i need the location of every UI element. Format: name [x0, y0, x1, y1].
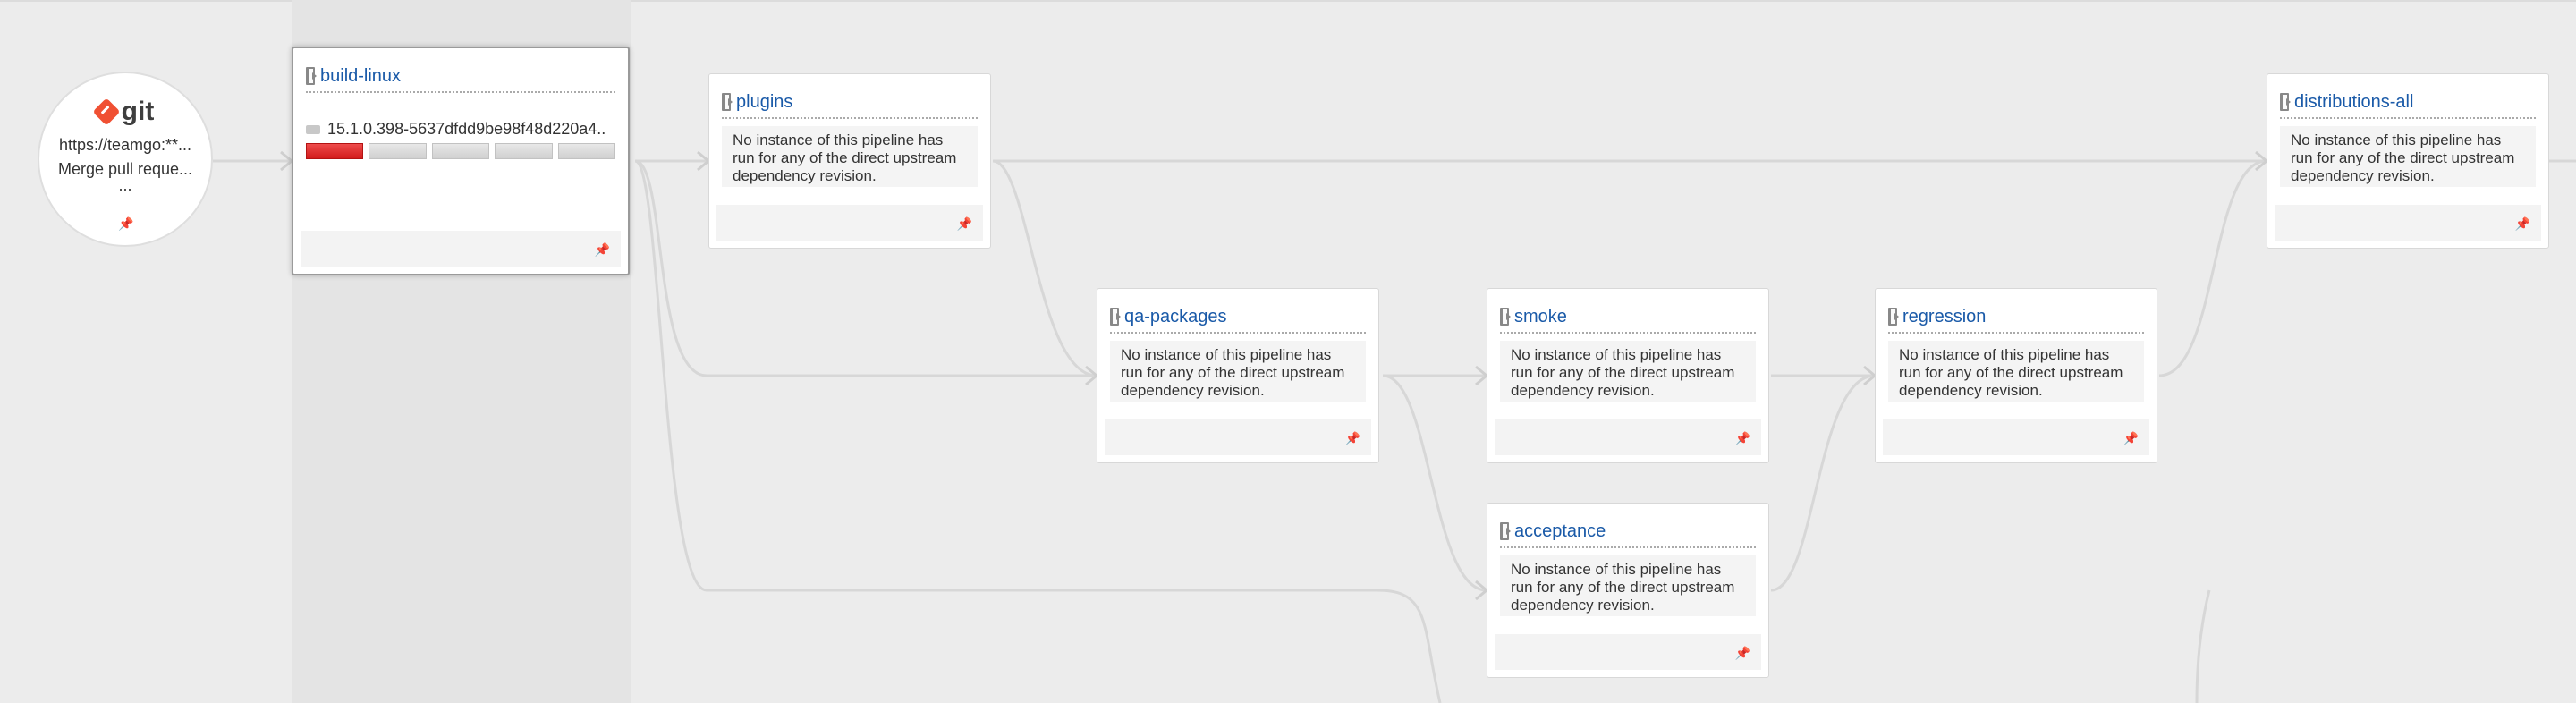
pipeline-name-link[interactable]: build-linux — [320, 66, 401, 87]
pipeline-icon — [722, 93, 733, 111]
pin-icon[interactable]: 📌 — [595, 242, 610, 258]
card-footer: 📌 — [2275, 205, 2541, 241]
card-header: acceptance — [1500, 516, 1756, 548]
pipeline-icon — [1500, 522, 1511, 540]
pipeline-card-regression[interactable]: regression No instance of this pipeline … — [1875, 288, 2157, 463]
card-header: distributions-all — [2280, 87, 2536, 119]
stage-pending[interactable] — [557, 143, 616, 159]
pipeline-name-link[interactable]: distributions-all — [2294, 92, 2413, 113]
git-logo: git — [39, 97, 211, 127]
pipeline-card-build-linux[interactable]: build-linux 15.1.0.398-5637dfdd9be98f48d… — [292, 47, 630, 275]
pin-icon[interactable]: 📌 — [118, 216, 133, 232]
pin-icon[interactable]: 📌 — [1735, 646, 1750, 661]
no-instance-message: No instance of this pipeline has run for… — [1110, 341, 1366, 402]
card-header: plugins — [722, 87, 978, 119]
material-more-indicator[interactable]: ... — [39, 177, 211, 193]
pipeline-name-link[interactable]: smoke — [1514, 307, 1567, 327]
pipeline-card-acceptance[interactable]: acceptance No instance of this pipeline … — [1487, 503, 1769, 678]
card-footer: 📌 — [716, 205, 983, 241]
pipeline-icon — [1888, 308, 1899, 326]
edge-qa-acceptance — [1382, 374, 1487, 592]
pipeline-card-plugins[interactable]: plugins No instance of this pipeline has… — [708, 73, 991, 249]
no-instance-message: No instance of this pipeline has run for… — [2280, 126, 2536, 187]
pipeline-icon — [1110, 308, 1121, 326]
pin-icon[interactable]: 📌 — [957, 216, 972, 232]
no-instance-message: No instance of this pipeline has run for… — [1888, 341, 2144, 402]
card-footer: 📌 — [1883, 419, 2149, 455]
card-footer: 📌 — [1495, 634, 1761, 670]
pin-icon[interactable]: 📌 — [2515, 216, 2530, 232]
pipeline-icon — [2280, 93, 2291, 111]
edge-plugins-qa — [992, 159, 1097, 377]
card-header: smoke — [1500, 301, 1756, 334]
pipeline-name-link[interactable]: regression — [1902, 307, 1986, 327]
card-header: build-linux — [306, 61, 615, 93]
revision-line: 15.1.0.398-5637dfdd9be98f48d220a4.. — [306, 120, 615, 139]
pin-icon[interactable]: 📌 — [2123, 431, 2139, 446]
pipeline-card-distributions-all[interactable]: distributions-all No instance of this pi… — [2267, 73, 2549, 249]
card-header: regression — [1888, 301, 2144, 334]
edge-acceptance-regression — [1770, 374, 1876, 592]
pin-icon[interactable]: 📌 — [1345, 431, 1360, 446]
card-footer: 📌 — [1105, 419, 1371, 455]
revision-label[interactable]: 15.1.0.398-5637dfdd9be98f48d220a4.. — [327, 120, 606, 139]
pipeline-icon — [1500, 308, 1511, 326]
no-instance-message: No instance of this pipeline has run for… — [1500, 555, 1756, 616]
pipeline-name-link[interactable]: qa-packages — [1124, 307, 1227, 327]
stage-failed[interactable] — [306, 143, 364, 159]
no-instance-message: No instance of this pipeline has run for… — [1500, 341, 1756, 402]
edge-down-right — [2195, 589, 2211, 703]
pipeline-icon — [306, 67, 317, 85]
card-header: qa-packages — [1110, 301, 1366, 334]
edge-regression-distributions — [2158, 159, 2267, 377]
pin-icon[interactable]: 📌 — [1735, 431, 1750, 446]
no-instance-message: No instance of this pipeline has run for… — [722, 126, 978, 187]
card-footer: 📌 — [1495, 419, 1761, 455]
tag-icon — [306, 124, 320, 134]
git-icon — [92, 97, 121, 126]
card-footer: 📌 — [301, 231, 621, 267]
git-logo-text: git — [121, 97, 155, 126]
stage-pending[interactable] — [369, 143, 427, 159]
material-url: https://teamgo:**... — [58, 136, 192, 154]
pipeline-name-link[interactable]: acceptance — [1514, 521, 1606, 542]
git-material-node[interactable]: git https://teamgo:**... Merge pull requ… — [38, 72, 213, 247]
stage-pending[interactable] — [495, 143, 553, 159]
pipeline-card-smoke[interactable]: smoke No instance of this pipeline has r… — [1487, 288, 1769, 463]
stage-bar — [306, 143, 616, 159]
stage-pending[interactable] — [431, 143, 490, 159]
pipeline-name-link[interactable]: plugins — [736, 92, 792, 113]
pipeline-card-qa-packages[interactable]: qa-packages No instance of this pipeline… — [1097, 288, 1379, 463]
